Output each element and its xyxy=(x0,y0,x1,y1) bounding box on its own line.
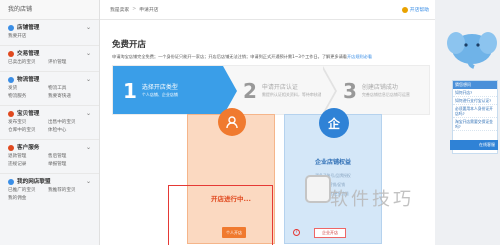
step-title: 选择开店类型 xyxy=(141,84,178,91)
sidebar-item[interactable]: 已卖出的宝贝 xyxy=(8,59,48,67)
sidebar-item[interactable]: 我要开店 xyxy=(8,33,48,41)
elephant-mascot-icon xyxy=(447,32,497,69)
goods-icon xyxy=(8,111,14,117)
section-label: 店铺管理 xyxy=(17,25,40,31)
section-label: 物流管理 xyxy=(17,77,40,83)
question-icon[interactable]: ? xyxy=(293,229,300,236)
sidebar-section-service: 客户服务 ⌄ 退款管理 售后管理 违规记录 举报管理 xyxy=(0,140,99,174)
step-3: 3 创建店铺成功 完善店铺信息后店铺可运营 xyxy=(343,66,410,114)
sidebar-item[interactable]: 举报管理 xyxy=(48,161,88,169)
notice-body: 申请淘宝店铺完全免费；一个身份证只能开一家店；开店后店铺无法注销；申请到正式开通… xyxy=(112,54,347,59)
shop-icon xyxy=(8,25,14,31)
step-subtitle: 完善店铺信息后店铺可运营 xyxy=(361,92,410,97)
chevron-down-icon[interactable]: ⌄ xyxy=(86,109,91,119)
sidebar-item[interactable]: 发布宝贝 xyxy=(8,119,48,127)
chevron-down-icon[interactable]: ⌄ xyxy=(86,23,91,33)
sidebar-item[interactable]: 售后管理 xyxy=(48,153,88,161)
step-title: 创建店铺成功 xyxy=(361,84,398,91)
rules-link[interactable]: 开店规则必看 xyxy=(347,54,372,59)
step-number: 3 xyxy=(343,79,357,103)
breadcrumb-current: 申请开店 xyxy=(139,8,159,13)
sidebar-section-head[interactable]: 宝贝管理 ⌄ xyxy=(8,109,99,119)
breadcrumb-seller[interactable]: 我是卖家 xyxy=(110,6,129,13)
notice-text: 申请淘宝店铺完全免费；一个身份证只能开一家店；开店后店铺无法注销；申请到正式开通… xyxy=(112,54,372,60)
step-number: 1 xyxy=(123,79,137,103)
step-1: 1 选择开店类型 个人店铺、企业店铺 xyxy=(113,66,223,114)
trade-icon xyxy=(8,51,14,57)
sidebar-section-head[interactable]: 交易管理 ⌄ xyxy=(8,49,99,59)
sidebar-section-head[interactable]: 物流管理 ⌄ xyxy=(8,75,99,85)
sidebar-item[interactable]: 物流工具 xyxy=(48,85,88,93)
faq-item[interactable]: 淘宝开店需要交保证金吗? xyxy=(453,118,497,131)
help-link[interactable]: 开店帮助 xyxy=(401,6,429,13)
help-icon xyxy=(401,6,408,13)
faq-heading: 猜您想问 xyxy=(453,81,497,89)
service-icon xyxy=(8,145,14,151)
page-title: 免费开店 xyxy=(112,40,147,50)
logistics-icon xyxy=(8,77,14,83)
enterprise-shop-card: 企 企业店铺权益 更多子账号/品牌授权 更多营销/促销 更多信誉/更多流量 ? … xyxy=(284,108,382,244)
step-progress: 1 选择开店类型 个人店铺、企业店铺 2 申请开店认证 需提供认证相关资料，等待审核… xyxy=(112,65,430,115)
sidebar-section-head[interactable]: 客户服务 ⌄ xyxy=(8,143,99,153)
chevron-down-icon[interactable]: ⌄ xyxy=(86,49,91,59)
faq-item[interactable]: 如何开店? xyxy=(453,89,497,97)
sidebar-section-head[interactable]: 我的网店联盟 ⌄ xyxy=(8,177,99,187)
chevron-down-icon[interactable]: ⌄ xyxy=(86,177,91,187)
sidebar-section-goods: 宝贝管理 ⌄ 发布宝贝 出售中的宝贝 仓库中的宝贝 体检中心 xyxy=(0,106,99,140)
breadcrumb-bar: 我是卖家 > 申请开店 开店帮助 xyxy=(100,0,435,20)
enterprise-icon: 企 xyxy=(319,108,349,138)
online-service-button[interactable]: 在线客服 xyxy=(450,140,498,150)
section-label: 交易管理 xyxy=(17,51,40,57)
enterprise-shop-button[interactable]: 企业开店 xyxy=(314,228,346,238)
main-content: 免费开店 申请淘宝店铺完全免费；一个身份证只能开一家店；开店后店铺无法注销；申请… xyxy=(100,20,435,245)
sidebar-title: 我的店铺 xyxy=(0,0,99,20)
step-subtitle: 需提供认证相关资料，等待审核通过 xyxy=(261,92,326,97)
step-title: 申请开店认证 xyxy=(261,84,298,91)
sidebar-section-head[interactable]: 店铺管理 ⌄ xyxy=(8,23,99,33)
sidebar-item[interactable]: 体检中心 xyxy=(48,127,88,135)
sidebar-item[interactable]: 我的佣金 xyxy=(8,195,48,203)
section-label: 客户服务 xyxy=(17,145,40,151)
breadcrumb-separator: > xyxy=(132,7,137,12)
sidebar-item[interactable]: 我推荐的宝贝 xyxy=(48,187,88,195)
step-2: 2 申请开店认证 需提供认证相关资料，等待审核通过 xyxy=(243,66,326,114)
chevron-down-icon[interactable]: ⌄ xyxy=(86,143,91,153)
faq-item[interactable]: 如何进行支付宝认证? xyxy=(453,97,497,105)
section-label: 我的网店联盟 xyxy=(17,179,51,185)
sidebar-section-logistics: 物流管理 ⌄ 发货 物流工具 物流服务 我要寄快递 xyxy=(0,72,99,106)
sidebar-item[interactable]: 物流服务 xyxy=(8,93,48,101)
sidebar-item[interactable]: 退款管理 xyxy=(8,153,48,161)
sidebar: 我的店铺 店铺管理 ⌄ 我要开店 交易管理 ⌄ 已卖出的宝贝 评价管理 物流管理 ⌄ 发… xyxy=(0,0,100,245)
sidebar-item[interactable]: 出售中的宝贝 xyxy=(48,119,88,127)
watermark: 软件技巧 xyxy=(330,189,414,210)
watermark-logo-icon xyxy=(305,175,331,203)
person-icon xyxy=(218,108,246,136)
sidebar-item[interactable]: 评价管理 xyxy=(48,59,88,67)
sidebar-item[interactable]: 违规记录 xyxy=(8,161,48,169)
section-label: 宝贝管理 xyxy=(17,111,40,117)
enterprise-benefits-title: 企业店铺权益 xyxy=(314,159,351,166)
sidebar-section-union: 我的网店联盟 ⌄ 已推广的宝贝 我推荐的宝贝 我的佣金 xyxy=(0,174,99,207)
union-icon xyxy=(8,179,14,185)
faq-item[interactable]: 必须要用本人身份证开店吗? xyxy=(453,105,497,118)
page: 我的店铺 店铺管理 ⌄ 我要开店 交易管理 ⌄ 已卖出的宝贝 评价管理 物流管理 ⌄ 发… xyxy=(0,0,500,245)
help-label: 开店帮助 xyxy=(409,8,429,13)
step-subtitle: 个人店铺、企业店铺 xyxy=(141,92,178,97)
sidebar-item[interactable]: 仓库中的宝贝 xyxy=(8,127,48,135)
sidebar-section-trade: 交易管理 ⌄ 已卖出的宝贝 评价管理 xyxy=(0,46,99,72)
highlight-box xyxy=(168,185,273,245)
chevron-down-icon[interactable]: ⌄ xyxy=(86,75,91,85)
sidebar-item[interactable]: 发货 xyxy=(8,85,48,93)
sidebar-section-shop: 店铺管理 ⌄ 我要开店 xyxy=(0,20,99,46)
sidebar-item[interactable]: 已推广的宝贝 xyxy=(8,187,48,195)
step-number: 2 xyxy=(243,79,257,103)
benefit-item: 更多子账号/品牌授权 xyxy=(315,173,351,178)
sidebar-item[interactable]: 我要寄快递 xyxy=(48,93,88,101)
